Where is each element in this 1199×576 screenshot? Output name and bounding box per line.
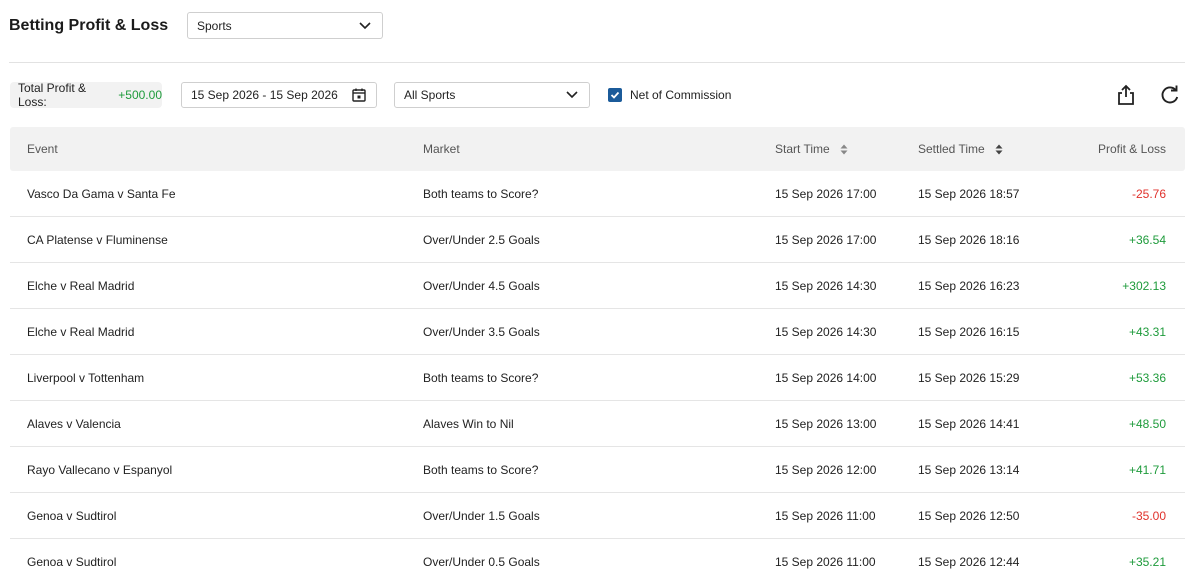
sport-filter-value: All Sports	[404, 88, 456, 102]
event-cell: CA Platense v Fluminense	[27, 232, 168, 247]
table-row[interactable]: Vasco Da Gama v Santa Fe Both teams to Sc…	[10, 171, 1185, 217]
start-time-cell: 15 Sep 2026 14:30	[775, 324, 877, 339]
start-time-cell: 15 Sep 2026 11:00	[775, 554, 876, 569]
settled-time-cell: 15 Sep 2026 13:14	[918, 462, 1020, 477]
table-row[interactable]: Elche v Real Madrid Over/Under 3.5 Goals 1…	[10, 309, 1185, 355]
refresh-icon[interactable]	[1160, 85, 1180, 105]
market-cell: Both teams to Score?	[423, 370, 539, 385]
profit-loss-cell: +48.50	[1128, 416, 1166, 431]
market-cell: Over/Under 3.5 Goals	[423, 324, 540, 339]
column-header-profit-loss: Profit & Loss	[1097, 142, 1166, 156]
settled-time-cell: 15 Sep 2026 14:41	[918, 416, 1020, 431]
net-of-commission-checkbox[interactable]	[608, 88, 622, 102]
column-header-market: Market	[423, 142, 460, 156]
profit-loss-cell: +43.31	[1128, 324, 1166, 339]
profit-loss-cell: +53.36	[1128, 370, 1166, 385]
table-body: Vasco Da Gama v Santa Fe Both teams to Sc…	[10, 171, 1185, 576]
table-row[interactable]: Elche v Real Madrid Over/Under 4.5 Goals 1…	[10, 263, 1185, 309]
column-header-start-time[interactable]: Start Time	[775, 127, 848, 171]
event-cell: Liverpool v Tottenham	[27, 370, 145, 385]
chevron-down-icon	[359, 21, 371, 29]
net-of-commission-label: Net of Commission	[630, 88, 732, 102]
market-cell: Over/Under 1.5 Goals	[423, 508, 540, 523]
settled-time-cell: 15 Sep 2026 12:44	[918, 554, 1020, 569]
table-row[interactable]: Liverpool v Tottenham Both teams to Score…	[10, 355, 1185, 401]
share-export-icon[interactable]	[1116, 84, 1136, 106]
profit-loss-cell: +35.21	[1128, 554, 1166, 569]
event-cell: Genoa v Sudtirol	[27, 554, 117, 569]
sport-filter-select[interactable]: All Sports	[394, 82, 590, 108]
event-cell: Alaves v Valencia	[27, 416, 121, 431]
settled-time-cell: 15 Sep 2026 12:50	[918, 508, 1020, 523]
market-cell: Both teams to Score?	[423, 462, 539, 477]
date-range-picker[interactable]: 15 Sep 2026 - 15 Sep 2026	[181, 82, 377, 108]
table-header: Event Market Start Time Settled Time Pro…	[10, 127, 1185, 171]
column-header-event: Event	[27, 142, 58, 156]
start-time-cell: 15 Sep 2026 14:00	[775, 370, 877, 385]
settled-time-label: Settled Time	[918, 142, 985, 156]
settled-time-cell: 15 Sep 2026 18:57	[918, 186, 1020, 201]
table-row[interactable]: Genoa v Sudtirol Over/Under 1.5 Goals 15 S…	[10, 493, 1185, 539]
settled-time-cell: 15 Sep 2026 16:23	[918, 278, 1020, 293]
header-divider	[9, 62, 1185, 63]
event-cell: Elche v Real Madrid	[27, 278, 135, 293]
date-range-value: 15 Sep 2026 - 15 Sep 2026	[191, 88, 338, 102]
start-time-cell: 15 Sep 2026 17:00	[775, 232, 877, 247]
market-cell: Over/Under 4.5 Goals	[423, 278, 540, 293]
market-cell: Over/Under 2.5 Goals	[423, 232, 540, 247]
start-time-cell: 15 Sep 2026 14:30	[775, 278, 877, 293]
profit-loss-cell: +36.54	[1128, 232, 1166, 247]
settled-time-cell: 15 Sep 2026 16:15	[918, 324, 1020, 339]
profit-loss-table: Event Market Start Time Settled Time Pro…	[10, 127, 1185, 576]
betting-pl-page: Betting Profit & Loss Sports Total Profi…	[0, 0, 1199, 576]
product-select-value: Sports	[197, 18, 232, 33]
market-cell: Both teams to Score?	[423, 186, 539, 201]
event-cell: Rayo Vallecano v Espanyol	[27, 462, 173, 477]
start-time-cell: 15 Sep 2026 17:00	[775, 186, 877, 201]
settled-time-cell: 15 Sep 2026 18:16	[918, 232, 1020, 247]
page-title: Betting Profit & Loss	[9, 17, 169, 34]
total-label: Total Profit & Loss:	[18, 81, 87, 109]
profit-loss-cell: -25.76	[1131, 186, 1166, 201]
start-time-cell: 15 Sep 2026 13:00	[775, 416, 877, 431]
sort-icon[interactable]	[995, 144, 1003, 155]
profit-loss-cell: +41.71	[1128, 462, 1166, 477]
event-cell: Vasco Da Gama v Santa Fe	[27, 186, 176, 201]
total-value: +500.00	[118, 88, 162, 102]
product-select[interactable]: Sports	[187, 12, 383, 39]
profit-loss-cell: -35.00	[1131, 508, 1166, 523]
market-cell: Alaves Win to Nil	[423, 416, 514, 431]
settled-time-cell: 15 Sep 2026 15:29	[918, 370, 1020, 385]
event-cell: Genoa v Sudtirol	[27, 508, 117, 523]
total-profit-loss-badge: Total Profit & Loss: +500.00	[10, 81, 162, 109]
table-row[interactable]: Alaves v Valencia Alaves Win to Nil 15 Sep…	[10, 401, 1185, 447]
calendar-icon	[352, 88, 366, 102]
event-cell: Elche v Real Madrid	[27, 324, 135, 339]
start-time-cell: 15 Sep 2026 12:00	[775, 462, 877, 477]
profit-loss-cell: +302.13	[1122, 278, 1166, 293]
sort-icon[interactable]	[840, 144, 848, 155]
table-row[interactable]: Rayo Vallecano v Espanyol Both teams to S…	[10, 447, 1185, 493]
market-cell: Over/Under 0.5 Goals	[423, 554, 540, 569]
table-row[interactable]: CA Platense v Fluminense Over/Under 2.5 G…	[10, 217, 1185, 263]
check-icon	[610, 91, 620, 99]
table-row[interactable]: Genoa v Sudtirol Over/Under 0.5 Goals 15 S…	[10, 539, 1185, 576]
column-header-settled-time[interactable]: Settled Time	[918, 127, 1003, 171]
start-time-label: Start Time	[775, 142, 830, 156]
net-of-commission-toggle[interactable]: Net of Commission	[608, 88, 731, 102]
start-time-cell: 15 Sep 2026 11:00	[775, 508, 876, 523]
chevron-down-icon	[566, 91, 578, 99]
